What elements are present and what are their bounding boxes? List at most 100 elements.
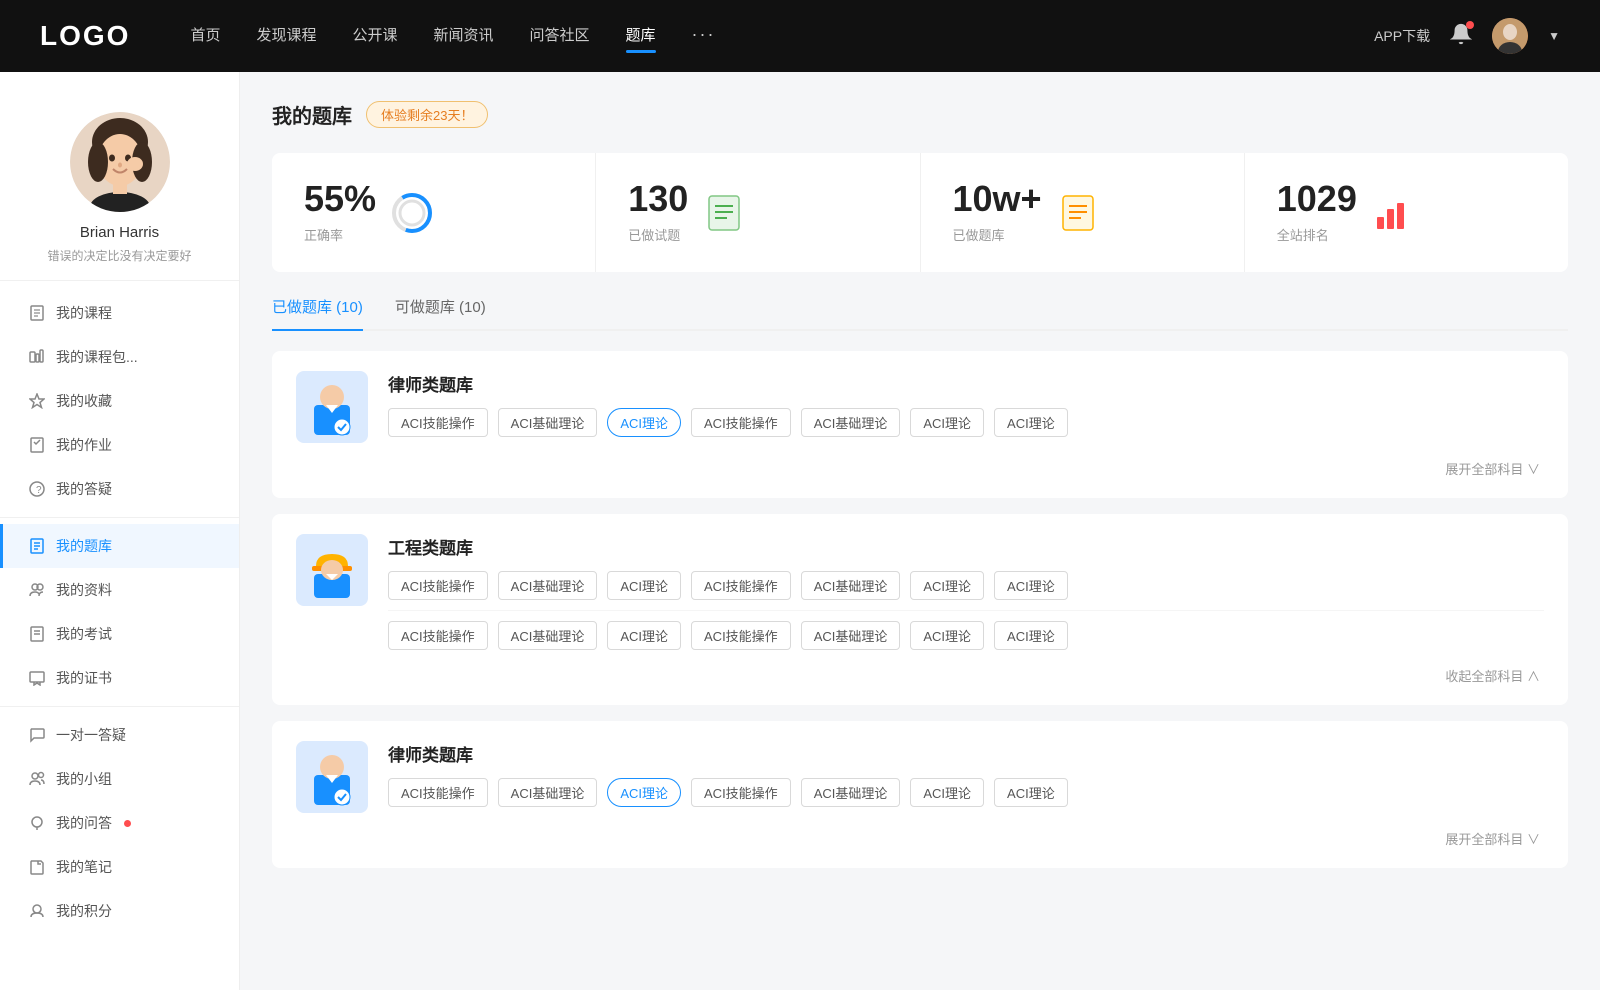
- tag-lawyer1-6[interactable]: ACI理论: [994, 408, 1068, 437]
- tag-eng1-r1-0[interactable]: ACI技能操作: [388, 571, 488, 600]
- tag-eng1-r2-4[interactable]: ACI基础理论: [801, 621, 901, 650]
- sidebar-item-homework[interactable]: 我的作业: [0, 423, 239, 467]
- stat-correct-rate: 55% 正确率: [272, 153, 596, 272]
- tag-lawyer2-2[interactable]: ACI理论: [607, 778, 681, 807]
- sidebar-item-courses[interactable]: 我的课程: [0, 291, 239, 335]
- tag-lawyer2-3[interactable]: ACI技能操作: [691, 778, 791, 807]
- trial-badge: 体验剩余23天！: [366, 101, 488, 128]
- tag-eng1-r2-1[interactable]: ACI基础理论: [498, 621, 598, 650]
- sidebar-item-group[interactable]: 我的小组: [0, 757, 239, 801]
- tab-available-banks[interactable]: 可做题库 (10): [395, 296, 486, 329]
- nav-question-bank[interactable]: 题库: [626, 24, 656, 49]
- app-download-link[interactable]: APP下载: [1374, 26, 1430, 46]
- tag-eng1-r2-5[interactable]: ACI理论: [910, 621, 984, 650]
- qbank-card-lawyer-1: 律师类题库 ACI技能操作 ACI基础理论 ACI理论 ACI技能操作 ACI基…: [272, 351, 1568, 498]
- profile-avatar: [70, 112, 170, 212]
- collapse-engineer-1[interactable]: 收起全部科目 ∧: [296, 666, 1544, 685]
- stat-text-done: 130 已做试题: [628, 181, 688, 244]
- tag-eng1-r2-2[interactable]: ACI理论: [607, 621, 681, 650]
- expand-lawyer-2[interactable]: 展开全部科目 ∨: [296, 829, 1544, 848]
- tab-done-banks[interactable]: 已做题库 (10): [272, 296, 363, 329]
- qbank-content-1: 律师类题库 ACI技能操作 ACI基础理论 ACI理论 ACI技能操作 ACI基…: [388, 371, 1544, 437]
- qbank-avatar-engineer-1: [296, 534, 368, 606]
- tag-lawyer2-5[interactable]: ACI理论: [910, 778, 984, 807]
- tag-eng1-r1-1[interactable]: ACI基础理论: [498, 571, 598, 600]
- courses-icon: [28, 304, 46, 322]
- my-questions-label: 我的答疑: [56, 479, 112, 499]
- tag-lawyer2-0[interactable]: ACI技能操作: [388, 778, 488, 807]
- notification-dot: [1466, 21, 1474, 29]
- menu-divider-2: [0, 706, 239, 707]
- top-navigation: LOGO 首页 发现课程 公开课 新闻资讯 问答社区 题库 ··· APP下载: [0, 0, 1600, 72]
- tag-lawyer1-1[interactable]: ACI基础理论: [498, 408, 598, 437]
- profile-motto: 错误的决定比没有决定要好: [47, 247, 191, 264]
- tag-eng1-r2-0[interactable]: ACI技能操作: [388, 621, 488, 650]
- sidebar-item-one-on-one[interactable]: 一对一答疑: [0, 713, 239, 757]
- one-on-one-label: 一对一答疑: [56, 725, 126, 745]
- sidebar-item-points[interactable]: 我的积分: [0, 889, 239, 933]
- book-icon: [1058, 193, 1098, 233]
- packages-icon: [28, 348, 46, 366]
- bar-chart-icon: [1373, 193, 1413, 233]
- sidebar-item-notes[interactable]: 我的笔记: [0, 845, 239, 889]
- tag-lawyer1-0[interactable]: ACI技能操作: [388, 408, 488, 437]
- sidebar-menu: 我的课程 我的课程包... 我的收藏 我的作业: [0, 281, 239, 943]
- avatar-dropdown-icon[interactable]: ▼: [1548, 29, 1560, 43]
- certificate-icon: [28, 669, 46, 687]
- tag-eng1-r1-5[interactable]: ACI理论: [910, 571, 984, 600]
- qbank-avatar-lawyer-1: [296, 371, 368, 443]
- one-on-one-icon: [28, 726, 46, 744]
- page-header: 我的题库 体验剩余23天！: [272, 100, 1568, 129]
- group-icon: [28, 770, 46, 788]
- tag-eng1-r2-3[interactable]: ACI技能操作: [691, 621, 791, 650]
- page-title: 我的题库: [272, 100, 352, 129]
- homework-label: 我的作业: [56, 435, 112, 455]
- user-profile: Brian Harris 错误的决定比没有决定要好: [0, 92, 239, 281]
- sidebar-item-certificate[interactable]: 我的证书: [0, 656, 239, 700]
- answers-icon: [28, 814, 46, 832]
- stat-text-banks: 10w+ 已做题库: [953, 181, 1042, 244]
- nav-open-course[interactable]: 公开课: [352, 24, 397, 49]
- nav-qa[interactable]: 问答社区: [530, 24, 590, 49]
- avatar-image: [1492, 18, 1528, 54]
- tag-lawyer2-6[interactable]: ACI理论: [994, 778, 1068, 807]
- tag-eng1-r1-2[interactable]: ACI理论: [607, 571, 681, 600]
- nav-more[interactable]: ···: [692, 24, 716, 49]
- expand-lawyer-1[interactable]: 展开全部科目 ∨: [296, 459, 1544, 478]
- nav-discover[interactable]: 发现课程: [256, 24, 316, 49]
- tags-row-engineer-1-r1: ACI技能操作 ACI基础理论 ACI理论 ACI技能操作 ACI基础理论 AC…: [388, 571, 1544, 600]
- logo[interactable]: LOGO: [40, 20, 130, 52]
- pie-chart-icon: [392, 193, 432, 233]
- stat-ranking: 1029 全站排名: [1245, 153, 1568, 272]
- stat-label-ranking: 全站排名: [1277, 225, 1357, 244]
- stat-label-correct: 正确率: [304, 225, 376, 244]
- stat-value-done: 130: [628, 181, 688, 217]
- tag-lawyer2-4[interactable]: ACI基础理论: [801, 778, 901, 807]
- tag-lawyer1-3[interactable]: ACI技能操作: [691, 408, 791, 437]
- tag-eng1-r1-6[interactable]: ACI理论: [994, 571, 1068, 600]
- stat-value-banks: 10w+: [953, 181, 1042, 217]
- tag-eng1-r1-4[interactable]: ACI基础理论: [801, 571, 901, 600]
- sidebar-item-answers[interactable]: 我的问答: [0, 801, 239, 845]
- tag-lawyer1-2[interactable]: ACI理论: [607, 408, 681, 437]
- homework-icon: [28, 436, 46, 454]
- sidebar-item-question-bank[interactable]: 我的题库: [0, 524, 239, 568]
- sidebar-item-exams[interactable]: 我的考试: [0, 612, 239, 656]
- tag-eng1-r1-3[interactable]: ACI技能操作: [691, 571, 791, 600]
- nav-news[interactable]: 新闻资讯: [434, 24, 494, 49]
- avatar[interactable]: [1492, 18, 1528, 54]
- profile-name: Brian Harris: [80, 224, 159, 241]
- nav-home[interactable]: 首页: [190, 24, 220, 49]
- tag-lawyer2-1[interactable]: ACI基础理论: [498, 778, 598, 807]
- sidebar-item-my-questions[interactable]: ? 我的答疑: [0, 467, 239, 511]
- tag-lawyer1-4[interactable]: ACI基础理论: [801, 408, 901, 437]
- sidebar-item-my-data[interactable]: 我的资料: [0, 568, 239, 612]
- notification-bell[interactable]: [1450, 23, 1472, 50]
- sidebar-item-packages[interactable]: 我的课程包...: [0, 335, 239, 379]
- sidebar-item-favorites[interactable]: 我的收藏: [0, 379, 239, 423]
- tag-lawyer1-5[interactable]: ACI理论: [910, 408, 984, 437]
- nav-links: 首页 发现课程 公开课 新闻资讯 问答社区 题库 ···: [190, 24, 1374, 49]
- certificate-label: 我的证书: [56, 668, 112, 688]
- tag-eng1-r2-6[interactable]: ACI理论: [994, 621, 1068, 650]
- stats-row: 55% 正确率 130 已做试题: [272, 153, 1568, 272]
